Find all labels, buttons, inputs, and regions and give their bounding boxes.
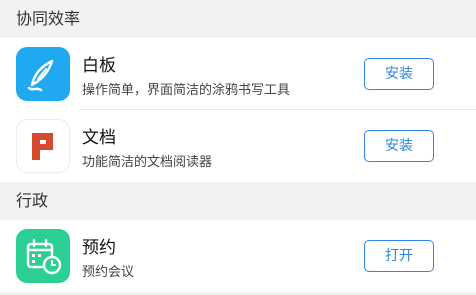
app-row-whiteboard[interactable]: 白板 操作简单，界面简洁的涂鸦书写工具 安装 [0, 38, 476, 110]
install-button[interactable]: 安装 [364, 58, 434, 90]
document-p-icon [16, 119, 70, 173]
app-row-booking[interactable]: 预约 预约会议 打开 [0, 220, 476, 292]
calendar-clock-icon [16, 229, 70, 283]
app-name: 预约 [82, 238, 116, 258]
whiteboard-pen-icon [16, 47, 70, 101]
install-button[interactable]: 安装 [364, 130, 434, 162]
app-name: 文档 [82, 128, 116, 148]
app-description: 功能简洁的文档阅读器 [82, 155, 213, 170]
app-list-administration: 预约 预约会议 打开 [0, 220, 476, 292]
open-button[interactable]: 打开 [364, 240, 434, 272]
app-name: 白板 [82, 56, 116, 76]
section-header-collaboration: 协同效率 [0, 0, 476, 38]
app-description: 操作简单，界面简洁的涂鸦书写工具 [82, 83, 291, 98]
app-row-docs[interactable]: 文档 功能简洁的文档阅读器 安装 [0, 110, 476, 182]
section-header-administration: 行政 [0, 182, 476, 220]
app-catalog-page: 协同效率 白板 操作简单，界面简洁的涂鸦书写工具 安装 文档 功能简洁的文档阅读… [0, 0, 476, 295]
app-list-collaboration: 白板 操作简单，界面简洁的涂鸦书写工具 安装 文档 功能简洁的文档阅读器 安装 [0, 38, 476, 182]
app-description: 预约会议 [82, 265, 135, 280]
